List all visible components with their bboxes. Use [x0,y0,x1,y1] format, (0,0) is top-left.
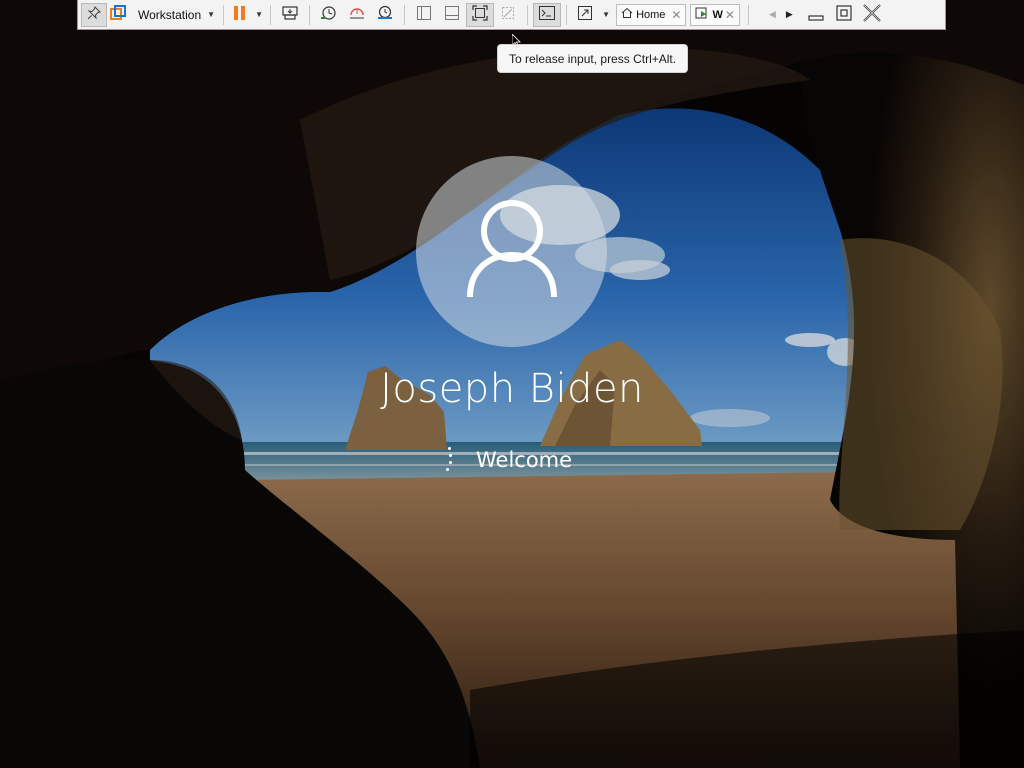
pause-icon [233,5,247,24]
tab-home[interactable]: Home ✕ [616,3,687,26]
show-thumbnail-bar-button[interactable] [438,3,466,27]
full-screen-button[interactable] [466,2,495,27]
toolbar-divider [566,4,568,25]
toolbar-divider [223,4,225,25]
thumbnail-layout-icon [444,5,460,24]
toolbar-divider [404,4,406,25]
chevron-down-icon: ▼ [602,10,611,19]
user-silhouette-icon [464,197,560,306]
release-input-tooltip: To release input, press Ctrl+Alt. [497,44,689,73]
snapshot-manager-icon [376,5,394,24]
vmware-logo-button[interactable] [107,3,129,27]
vmware-fullscreen-toolbar: Workstation ▼ ▼ ▼ Home ✕ W ✕ ◀ ▶ [77,0,946,30]
suspend-vm-button[interactable] [229,3,251,27]
sidebar-layout-icon [416,5,432,24]
tab-vm[interactable]: W ✕ [690,3,740,26]
vm-running-icon [695,7,709,22]
close-button[interactable] [858,3,886,27]
toolbar-divider [747,4,749,25]
loading-spinner-icon [440,446,458,474]
toolbar-divider [270,4,272,25]
scroll-tabs-left-icon[interactable]: ◀ [764,9,781,20]
stretch-options-dropdown[interactable]: ▼ [598,3,612,27]
toolbar-divider [309,4,311,25]
welcome-text: Welcome [476,448,573,472]
stretch-guest-button[interactable] [572,3,598,27]
fullscreen-icon [472,5,488,24]
user-avatar [416,156,607,347]
home-icon [621,7,633,22]
scroll-tabs-right-icon[interactable]: ▶ [781,9,798,20]
pin-toolbar-button[interactable] [81,2,107,27]
close-tab-home-icon[interactable]: ✕ [671,8,681,22]
tab-home-label: Home [636,8,666,21]
workstation-menu-button[interactable]: Workstation ▼ [129,3,218,27]
restore-icon [835,4,853,25]
close-tab-vm-icon[interactable]: ✕ [725,8,735,22]
console-view-button[interactable] [533,2,562,27]
send-ctrl-alt-del-button[interactable] [276,3,304,27]
snapshot-manager-button[interactable] [371,3,399,27]
user-name: Joseph Biden [380,366,644,412]
take-snapshot-button[interactable] [315,3,343,27]
send-keys-icon [281,5,299,24]
revert-snapshot-button[interactable] [343,3,371,27]
chevron-down-icon: ▼ [207,10,216,19]
unity-icon [500,5,516,24]
snapshot-clock-icon [320,5,338,24]
close-icon [862,3,882,26]
tab-vm-label: W [712,8,723,21]
toolbar-divider [527,4,529,25]
minimize-button[interactable] [802,3,830,27]
unity-mode-button[interactable] [494,3,522,27]
revert-snapshot-icon [348,5,366,24]
minimize-icon [807,4,825,25]
show-library-button[interactable] [410,3,438,27]
chevron-down-icon: ▼ [255,10,264,19]
vmware-logo-icon [110,5,126,24]
restore-button[interactable] [830,3,858,27]
power-options-dropdown[interactable]: ▼ [251,3,265,27]
terminal-icon [538,5,556,24]
stretch-icon [577,5,593,24]
signing-in-status: Welcome [440,446,572,474]
pin-icon [87,6,101,23]
workstation-menu-label: Workstation [138,7,202,22]
